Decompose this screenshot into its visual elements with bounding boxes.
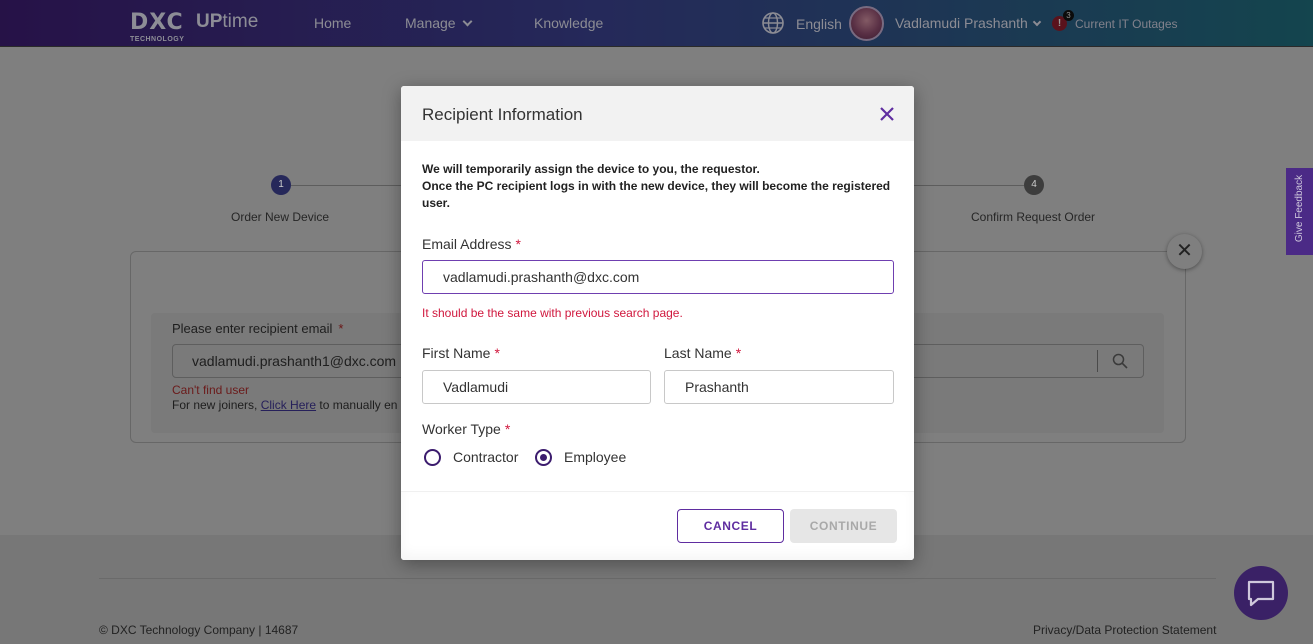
first-name-field[interactable]: Vadlamudi (422, 370, 651, 404)
employee-radio[interactable] (535, 449, 552, 466)
recipient-email-label-text: Please enter recipient email (172, 321, 333, 336)
required-mark: * (735, 345, 742, 361)
email-error-message: It should be the same with previous sear… (422, 306, 683, 320)
last-name-label-text: Last Name (664, 345, 732, 361)
last-name-label: Last Name * (664, 345, 741, 361)
search-icon[interactable] (1112, 353, 1128, 369)
worker-type-label: Worker Type * (422, 421, 510, 437)
required-mark: * (338, 321, 344, 336)
give-feedback-tab[interactable]: Give Feedback (1286, 168, 1313, 255)
joiners-suffix: to manually en (319, 398, 398, 412)
required-mark: * (494, 345, 500, 361)
header-overlay (0, 0, 1313, 46)
email-address-label: Email Address * (422, 236, 521, 252)
contractor-radio[interactable] (424, 449, 441, 466)
required-mark: * (515, 236, 521, 252)
dialog-header: Recipient Information (401, 86, 914, 141)
top-navigation-bar: DXC TECHNOLOGY UPtime Home Manage Knowle… (0, 0, 1313, 47)
recipient-information-dialog: Recipient Information We will temporaril… (401, 86, 914, 560)
step-1-label: Order New Device (231, 210, 330, 224)
last-name-field[interactable]: Prashanth (664, 370, 894, 404)
step-4-indicator: 4 (1024, 175, 1044, 195)
email-address-label-text: Email Address (422, 236, 512, 252)
click-here-link[interactable]: Click Here (261, 398, 316, 412)
first-name-label: First Name * (422, 345, 500, 361)
recipient-email-label: Please enter recipient email * (172, 321, 343, 336)
first-name-label-text: First Name (422, 345, 491, 361)
chat-button[interactable] (1234, 566, 1288, 620)
search-divider (1097, 350, 1098, 372)
user-not-found-error: Can't find user (172, 383, 249, 397)
stepper-line-right (914, 185, 1024, 186)
recipient-email-value: vadlamudi.prashanth1@dxc.com (192, 353, 397, 369)
employee-radio-label[interactable]: Employee (564, 449, 626, 465)
dialog-title: Recipient Information (422, 105, 583, 124)
contractor-radio-label[interactable]: Contractor (453, 449, 518, 465)
close-icon[interactable] (877, 104, 897, 124)
stepper-line-left (291, 185, 401, 186)
dialog-info-text: We will temporarily assign the device to… (422, 161, 897, 212)
new-joiners-note: For new joiners, Click Here to manually … (172, 398, 397, 412)
step-1-indicator: 1 (271, 175, 291, 195)
footer-copyright: © DXC Technology Company | 14687 (99, 623, 299, 637)
privacy-statement-link[interactable]: Privacy/Data Protection Statement (1033, 623, 1216, 637)
footer-divider (99, 578, 1216, 579)
cancel-button[interactable]: CANCEL (677, 509, 784, 543)
continue-button[interactable]: CONTINUE (790, 509, 897, 543)
close-icon[interactable]: ✕ (1167, 234, 1202, 269)
worker-type-label-text: Worker Type (422, 421, 501, 437)
chat-icon (1247, 580, 1275, 607)
info-line-1: We will temporarily assign the device to… (422, 162, 760, 176)
step-4-label: Confirm Request Order (971, 210, 1096, 224)
joiners-prefix: For new joiners, (172, 398, 258, 412)
info-line-2: Once the PC recipient logs in with the n… (422, 179, 891, 210)
required-mark: * (504, 421, 511, 437)
email-address-field[interactable]: vadlamudi.prashanth@dxc.com (422, 260, 894, 294)
give-feedback-label: Give Feedback (1294, 174, 1305, 243)
